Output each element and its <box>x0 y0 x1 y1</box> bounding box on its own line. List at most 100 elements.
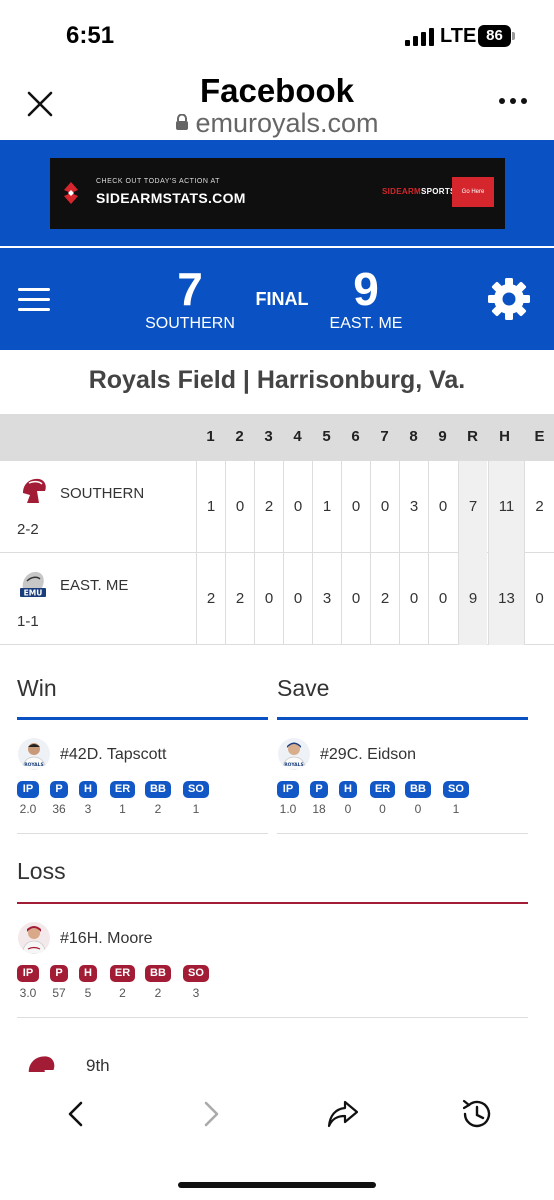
stat-badge: H <box>79 781 97 798</box>
stat-value: 3.0 <box>19 986 37 1000</box>
status-time: 6:51 <box>66 22 115 49</box>
url-bar[interactable]: emuroyals.com <box>0 108 554 139</box>
stat-badge: IP <box>277 781 299 798</box>
stat-badge: BB <box>145 781 171 798</box>
ad-site: SIDEARMSTATS.COM <box>96 190 246 206</box>
network-label: LTE <box>440 25 477 47</box>
stat-badge: ER <box>370 781 395 798</box>
inning-score: 2 <box>225 553 254 645</box>
away-team-name: SOUTHERN <box>145 315 235 332</box>
win-pitcher[interactable]: #42D. Tapscott <box>60 746 166 764</box>
stat-value: 18 <box>312 802 326 816</box>
svg-text:EMU: EMU <box>24 589 43 598</box>
stat-badge: P <box>50 965 68 982</box>
stat-value: 2.0 <box>19 802 37 816</box>
stat-value: 3 <box>84 802 92 816</box>
inning-header: 9 <box>438 428 447 445</box>
home-indicator <box>178 1182 376 1188</box>
errors-total: 0 <box>524 553 554 645</box>
stat-badge: BB <box>145 965 171 982</box>
team-record: 1-1 <box>17 613 39 630</box>
status-bar: 6:51 LTE 86 <box>0 0 554 70</box>
loss-underline <box>17 902 528 904</box>
save-underline <box>277 717 528 720</box>
forward-icon[interactable] <box>193 1096 229 1132</box>
inning-score: 2 <box>370 553 399 645</box>
inning-label: 9th <box>86 1056 110 1072</box>
inning-score: 0 <box>428 553 457 645</box>
stat-value: 57 <box>52 986 66 1000</box>
stat-badge: H <box>339 781 357 798</box>
southern-logo-icon <box>23 478 46 503</box>
sidearm-logo-icon <box>64 182 78 204</box>
url-text: emuroyals.com <box>195 108 379 138</box>
divider <box>277 833 528 834</box>
inning-score: 3 <box>312 553 341 645</box>
stat-value: 36 <box>52 802 66 816</box>
inning-score: 0 <box>225 461 254 553</box>
home-team-name: EAST. ME <box>329 315 403 332</box>
stat-value: 1 <box>119 802 126 816</box>
history-icon[interactable] <box>459 1096 495 1132</box>
linescore-row-away: SOUTHERN 2-2 1 0 2 0 1 0 0 3 0 7 11 2 <box>0 461 554 553</box>
stat-value: 2 <box>154 802 162 816</box>
game-status: FINAL <box>255 289 309 309</box>
back-icon[interactable] <box>58 1096 94 1132</box>
inning-score: 1 <box>196 461 225 553</box>
stat-badge: H <box>79 965 97 982</box>
inning-header: 7 <box>380 428 389 445</box>
stat-value: 3 <box>192 986 200 1000</box>
ad-banner[interactable]: CHECK OUT TODAY'S ACTION AT SIDEARMSTATS… <box>50 158 505 229</box>
save-pitcher[interactable]: #29C. Eidson <box>320 746 416 764</box>
lock-icon <box>176 113 189 130</box>
svg-text:ROYALS: ROYALS <box>24 762 44 768</box>
stat-value: 0 <box>379 802 386 816</box>
runs-header: R <box>467 428 478 445</box>
inning-score: 0 <box>341 553 370 645</box>
inning-header: 1 <box>206 428 215 445</box>
win-underline <box>17 717 268 720</box>
runs-total: 9 <box>458 553 487 645</box>
team-name: EAST. ME <box>60 577 129 594</box>
avatar <box>18 922 50 954</box>
stat-badge: P <box>310 781 328 798</box>
ad-tagline: CHECK OUT TODAY'S ACTION AT <box>96 178 220 185</box>
inning-score: 0 <box>370 461 399 553</box>
inning-header: 3 <box>264 428 273 445</box>
inning-header: 4 <box>293 428 302 445</box>
play-item-partial: 9th <box>0 1040 554 1072</box>
home-score: 9 <box>353 263 379 315</box>
gear-icon[interactable] <box>486 276 532 322</box>
inning-score: 0 <box>254 553 283 645</box>
browser-title: Facebook <box>199 72 355 109</box>
inning-header: 6 <box>351 428 360 445</box>
stat-badge: SO <box>443 781 469 798</box>
linescore-row-home: EMU EAST. ME 1-1 2 2 0 0 3 0 2 0 0 9 13 … <box>0 553 554 645</box>
loss-stats: IP P H ER BB SO 3.0 57 5 2 2 3 <box>17 965 268 1001</box>
battery-level: 86 <box>478 25 511 47</box>
stat-badge: ER <box>110 781 135 798</box>
avatar: ROYALS <box>18 738 50 770</box>
divider <box>17 1017 528 1018</box>
inning-score: 1 <box>312 461 341 553</box>
ad-brand-prefix: SIDEARM <box>382 187 421 196</box>
stat-value: 1 <box>192 802 200 816</box>
hits-total: 13 <box>488 553 524 645</box>
inning-score: 0 <box>283 461 312 553</box>
loss-label: Loss <box>17 858 66 884</box>
save-label: Save <box>277 675 330 701</box>
inning-header: 5 <box>322 428 331 445</box>
loss-pitcher[interactable]: #16H. Moore <box>60 930 153 948</box>
share-icon[interactable] <box>325 1096 361 1132</box>
inning-score: 2 <box>196 553 225 645</box>
hamburger-icon[interactable] <box>18 288 50 312</box>
stat-badge: IP <box>17 965 39 982</box>
inning-score: 0 <box>428 461 457 553</box>
more-icon[interactable] <box>499 98 529 108</box>
ad-brand-suffix: SPORTS <box>421 187 456 196</box>
stat-value: 0 <box>344 802 352 816</box>
win-label: Win <box>17 675 57 701</box>
ad-go-button[interactable]: Go Here <box>452 177 494 207</box>
inning-score: 0 <box>283 553 312 645</box>
stat-value: 1 <box>452 802 460 816</box>
